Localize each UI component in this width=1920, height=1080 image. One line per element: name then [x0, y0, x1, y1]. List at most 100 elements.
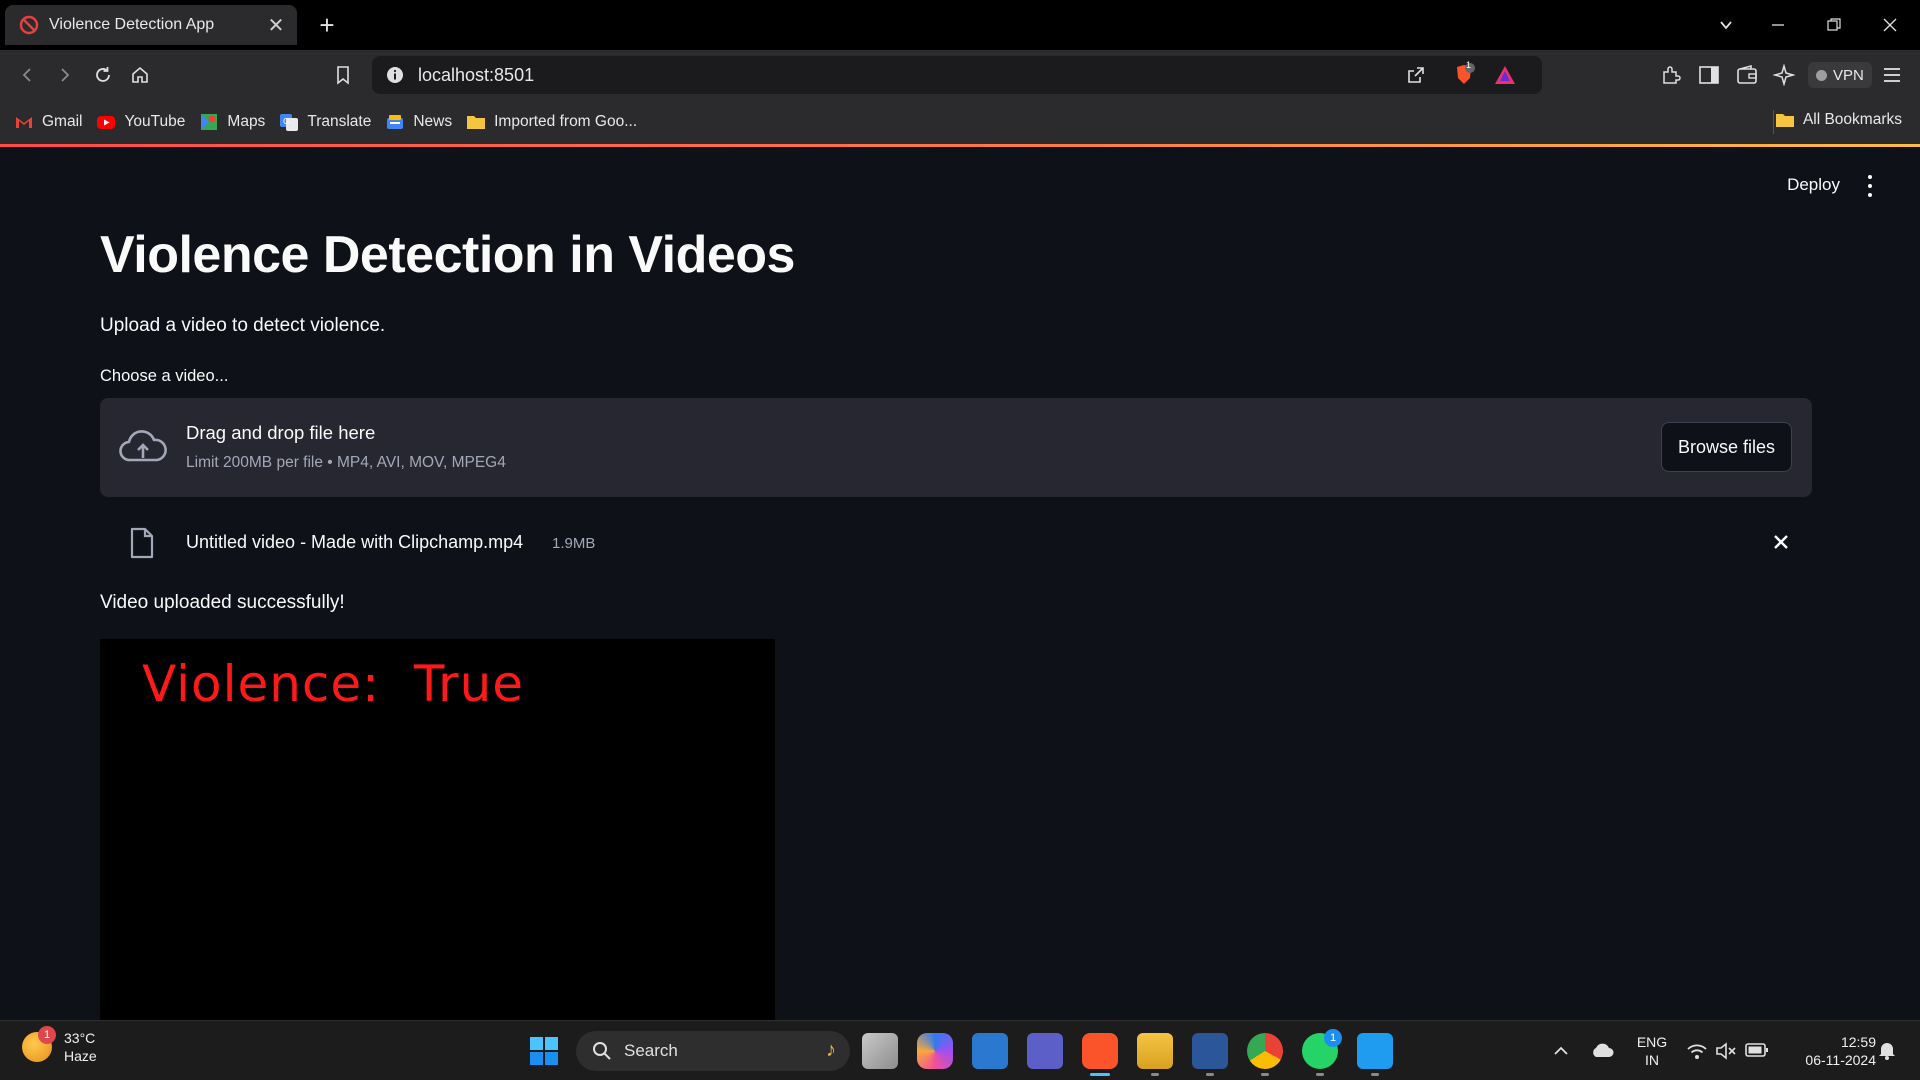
bookmark-news[interactable]: News: [385, 112, 452, 132]
youtube-icon: [97, 116, 116, 129]
volume-muted-icon[interactable]: [1715, 1041, 1737, 1061]
folder-icon: [467, 116, 486, 129]
uploader-label: Choose a video...: [100, 367, 229, 385]
news-icon: [387, 115, 404, 129]
browser-tab[interactable]: Violence Detection App ✕: [5, 5, 297, 45]
uploaded-file-size: 1.9MB: [552, 535, 596, 552]
wifi-icon[interactable]: [1686, 1041, 1708, 1061]
menu-icon[interactable]: [1882, 65, 1902, 85]
address-bar[interactable]: localhost:8501 1: [372, 56, 1542, 94]
language-indicator[interactable]: ENG IN: [1634, 1033, 1670, 1069]
share-icon[interactable]: [1406, 65, 1426, 85]
dropzone-title: Drag and drop file here: [186, 422, 376, 443]
browser-titlebar: Violence Detection App ✕ +: [0, 0, 1920, 50]
prohibited-icon: [19, 15, 39, 35]
sidebar-icon[interactable]: [1698, 64, 1720, 86]
onedrive-icon[interactable]: [1590, 1041, 1614, 1059]
page-title: Violence Detection in Videos: [100, 226, 795, 284]
word-running-indicator: [1206, 1073, 1214, 1076]
wallet-icon[interactable]: [1736, 64, 1758, 86]
violence-result-overlay: Violence: True: [142, 655, 525, 713]
brave-active-indicator: [1090, 1073, 1110, 1076]
bookmark-translate[interactable]: G Translate: [279, 112, 371, 132]
back-icon[interactable]: [12, 60, 42, 90]
folder-icon: [1775, 114, 1794, 127]
whatsapp-badge: 1: [1324, 1029, 1342, 1047]
translate-icon: G: [280, 114, 299, 131]
uploaded-file-name: Untitled video - Made with Clipchamp.mp4: [186, 532, 524, 552]
all-bookmarks-button[interactable]: All Bookmarks: [1775, 110, 1902, 130]
svg-text:G: G: [283, 117, 289, 126]
leo-ai-icon[interactable]: [1773, 64, 1795, 86]
forward-icon[interactable]: [50, 60, 80, 90]
clock[interactable]: 12:59 06-11-2024: [1780, 1033, 1876, 1069]
app-main: Deploy Violence Detection in Videos Uplo…: [0, 147, 1920, 1020]
windows-taskbar: 1 33°C Haze Search ♪ 1 ENG IN 12:59 06-1…: [0, 1020, 1920, 1080]
close-window-icon[interactable]: [1870, 8, 1910, 42]
cloud-upload-icon: [119, 430, 167, 462]
remove-file-icon[interactable]: [1768, 529, 1794, 555]
restore-icon[interactable]: [1814, 8, 1854, 42]
minimize-icon[interactable]: [1758, 8, 1798, 42]
tab-title: Violence Detection App: [49, 16, 215, 33]
gmail-icon: [16, 117, 32, 128]
uploaded-file-row: Untitled video - Made with Clipchamp.mp4…: [100, 517, 1812, 567]
bookmark-gmail[interactable]: Gmail: [14, 112, 82, 132]
brave-shield-icon[interactable]: [1452, 63, 1476, 87]
notification-bell-icon[interactable]: [1876, 1039, 1898, 1061]
bookmarks-separator: [1773, 110, 1774, 134]
site-info-icon[interactable]: [386, 66, 404, 84]
task-view-icon[interactable]: [862, 1033, 898, 1069]
vpn-button[interactable]: VPN: [1808, 62, 1872, 88]
word-icon[interactable]: [1192, 1033, 1228, 1069]
search-highlight-icon: ♪: [826, 1039, 836, 1061]
chrome-icon[interactable]: [1247, 1033, 1283, 1069]
file-explorer-icon[interactable]: [1137, 1033, 1173, 1069]
main-menu-icon[interactable]: [1860, 175, 1880, 197]
video-player[interactable]: Violence: True: [100, 639, 775, 1020]
tab-close-icon[interactable]: ✕: [265, 14, 287, 37]
bookmark-maps[interactable]: Maps: [199, 112, 265, 132]
weather-widget[interactable]: 1 33°C Haze: [22, 1026, 97, 1065]
weather-temp: 33°C: [64, 1030, 96, 1046]
taskbar-search[interactable]: Search ♪: [576, 1031, 850, 1071]
tray-overflow-chevron-icon[interactable]: [1553, 1043, 1569, 1059]
weather-haze-icon: 1: [22, 1026, 56, 1062]
bookmark-youtube[interactable]: YouTube: [96, 112, 185, 132]
browse-files-button[interactable]: Browse files: [1660, 422, 1792, 472]
page-subtitle: Upload a video to detect violence.: [100, 315, 386, 336]
reload-icon[interactable]: [88, 60, 118, 90]
maps-icon: [201, 114, 218, 130]
shield-count-badge: 1: [1466, 60, 1472, 70]
file-dropzone[interactable]: Drag and drop file here Limit 200MB per …: [100, 398, 1812, 497]
microsoft-store-icon[interactable]: [972, 1033, 1008, 1069]
bookmark-page-icon[interactable]: [328, 60, 358, 90]
teams-icon[interactable]: [1027, 1033, 1063, 1069]
weather-badge: 1: [38, 1026, 56, 1044]
vpn-label: VPN: [1833, 66, 1864, 84]
bookmarks-bar: Gmail YouTube Maps G Translate News Impo…: [0, 100, 1920, 144]
bookmark-imported-folder[interactable]: Imported from Goo...: [466, 112, 637, 132]
tab-search-chevron-icon[interactable]: [1706, 8, 1746, 42]
whatsapp-running-indicator: [1316, 1073, 1324, 1076]
battery-icon[interactable]: [1745, 1042, 1769, 1058]
vscode-icon[interactable]: [1357, 1033, 1393, 1069]
new-tab-icon[interactable]: +: [312, 10, 342, 40]
windows-start-icon[interactable]: [529, 1036, 559, 1066]
dropzone-limit: Limit 200MB per file • MP4, AVI, MOV, MP…: [186, 454, 506, 471]
explorer-running-indicator: [1151, 1073, 1159, 1076]
search-icon: [593, 1042, 611, 1060]
vpn-status-icon: [1816, 69, 1827, 81]
deploy-button[interactable]: Deploy: [1787, 175, 1840, 195]
chrome-running-indicator: [1261, 1073, 1269, 1076]
weather-desc: Haze: [64, 1048, 97, 1064]
copilot-icon[interactable]: [917, 1033, 953, 1069]
vscode-running-indicator: [1371, 1073, 1379, 1076]
url-text: localhost:8501: [418, 64, 535, 85]
brave-browser-icon[interactable]: [1082, 1033, 1118, 1069]
upload-success-message: Video uploaded successfully!: [100, 592, 345, 613]
file-icon: [130, 527, 154, 559]
brave-rewards-icon[interactable]: [1494, 65, 1516, 85]
extensions-icon[interactable]: [1660, 64, 1682, 86]
home-icon[interactable]: [125, 60, 155, 90]
